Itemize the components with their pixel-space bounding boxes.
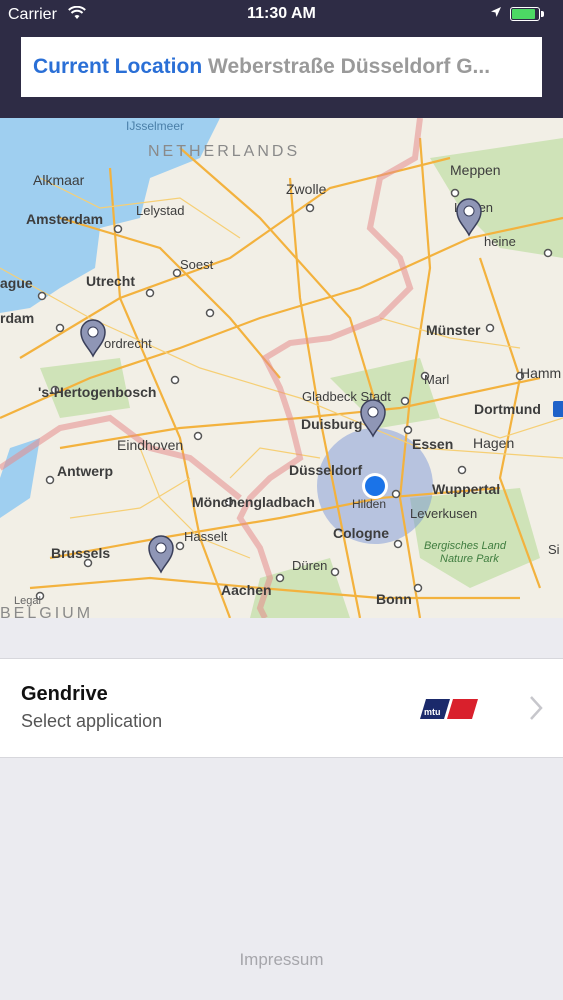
- map-label-dusseldorf: Düsseldorf: [289, 462, 362, 478]
- map-label-hasselt: Hasselt: [184, 529, 228, 544]
- map-label-wuppertal: Wuppertal: [432, 481, 500, 497]
- map-label-meppen: Meppen: [450, 162, 501, 178]
- impressum-link[interactable]: Impressum: [0, 950, 563, 970]
- map-label-hagen: Hagen: [473, 435, 514, 451]
- map-label-eindhoven: Eindhoven: [117, 437, 183, 453]
- highway-shield: [553, 401, 563, 417]
- map-label-utrecht: Utrecht: [86, 273, 135, 289]
- current-location-label: Current Location: [33, 55, 203, 78]
- map-label-brussels: Brussels: [51, 545, 110, 561]
- map-label-antwerp: Antwerp: [57, 463, 113, 479]
- map-label-duisburg: Duisburg: [301, 416, 362, 432]
- application-list: Gendrive Select application mtu: [0, 658, 563, 758]
- list-item[interactable]: Gendrive Select application mtu: [0, 659, 563, 757]
- map-label-zwolle: Zwolle: [286, 181, 327, 197]
- brand-logo-text: mtu: [424, 707, 441, 717]
- location-arrow-icon: [490, 6, 502, 21]
- location-search-field[interactable]: Current Location Weberstraße Düsseldorf …: [21, 37, 542, 97]
- clock: 11:30 AM: [247, 5, 316, 22]
- map-canvas[interactable]: IJsselmeer NETHERLANDS Alkmaar Meppen Zw…: [0, 118, 563, 618]
- map-legal-link[interactable]: Legal: [14, 595, 41, 607]
- list-item-subtitle: Select application: [21, 711, 163, 731]
- map-label-hilden: Hilden: [352, 497, 386, 511]
- map-label-lelystad: Lelystad: [136, 203, 184, 218]
- map-label-dordrecht: ordrecht: [104, 336, 152, 351]
- map-label-bergisches: Bergisches Land: [424, 540, 507, 552]
- map-label-monchengladbach: Mönchengladbach: [192, 494, 315, 510]
- map-label-cologne: Cologne: [333, 525, 389, 541]
- map-label-hertogenbosch: 's-Hertogenbosch: [38, 384, 156, 400]
- map-label-marl: Marl: [424, 372, 449, 387]
- battery-level: [512, 9, 535, 19]
- mtu-logo: mtu: [420, 699, 478, 719]
- current-address: Weberstraße Düsseldorf G...: [208, 55, 491, 78]
- map-label-hamm: Hamm: [520, 365, 561, 381]
- chevron-right-icon: [530, 696, 543, 720]
- battery-tip: [541, 11, 544, 17]
- map-label-rheine: heine: [484, 234, 516, 249]
- map-label-rotterdam: rdam: [0, 310, 34, 326]
- map-label-hague: ague: [0, 275, 33, 291]
- map-label-ijsselmeer: IJsselmeer: [126, 119, 184, 133]
- map-label-alkmaar: Alkmaar: [33, 172, 85, 188]
- map-label-aachen: Aachen: [221, 582, 272, 598]
- battery-icon: [510, 7, 540, 21]
- list-item-title: Gendrive: [21, 683, 108, 705]
- map-label-munster: Münster: [426, 322, 481, 338]
- map-label-dortmund: Dortmund: [474, 401, 541, 417]
- map-label-duren: Düren: [292, 558, 327, 573]
- location-header: Current Location Weberstraße Düsseldorf …: [0, 30, 563, 118]
- map-label-leverkusen: Leverkusen: [410, 506, 477, 521]
- map-label-soest: Soest: [180, 257, 214, 272]
- map-label-netherlands: NETHERLANDS: [148, 143, 300, 160]
- user-location-dot: [365, 476, 385, 496]
- map-label-bonn: Bonn: [376, 591, 412, 607]
- map-view[interactable]: IJsselmeer NETHERLANDS Alkmaar Meppen Zw…: [0, 118, 563, 618]
- map-label-naturepark: Nature Park: [440, 553, 499, 565]
- status-bar: Carrier 11:30 AM: [0, 0, 563, 30]
- map-label-amsterdam: Amsterdam: [26, 211, 103, 227]
- map-label-essen: Essen: [412, 436, 453, 452]
- map-label-si: Si: [548, 542, 560, 557]
